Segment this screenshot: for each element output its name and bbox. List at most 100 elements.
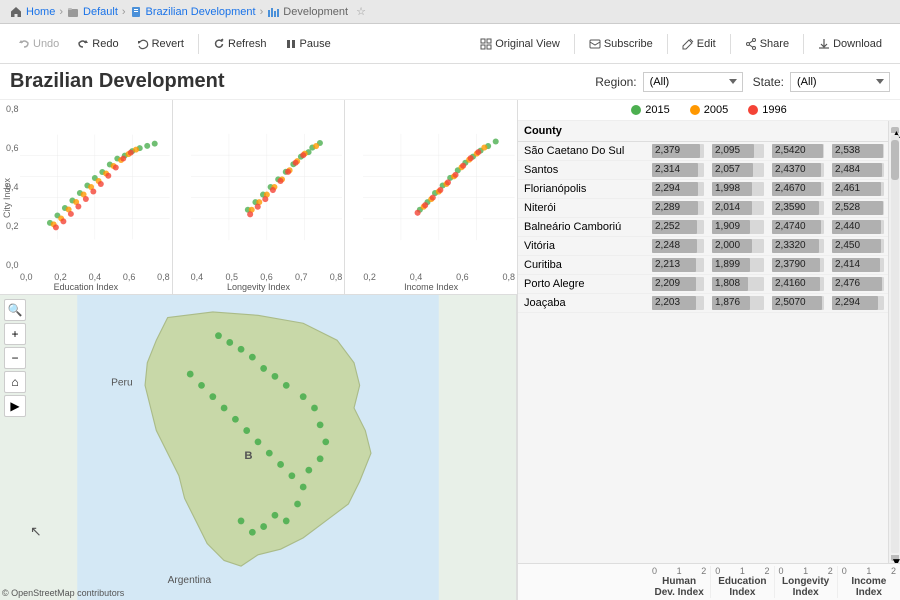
page-title: Brazilian Development — [10, 70, 585, 93]
table-row: Florianópolis 2,294 1,998 2,4670 2,461 — [518, 180, 888, 199]
bar-cell: 2,5420 — [768, 142, 828, 161]
scatter-svg-1 — [20, 104, 170, 270]
refresh-button[interactable]: Refresh — [205, 34, 275, 54]
table-section: County São Caetano Do Sul — [518, 121, 900, 600]
bar-cell: 2,4370 — [768, 161, 828, 180]
bar-cell: 2,294 — [648, 180, 708, 199]
legend-dot-2005 — [690, 105, 700, 115]
separator-5 — [803, 34, 804, 54]
county-cell: Joaçaba — [518, 294, 648, 313]
bottom-section: Peru Argentina B 🔍 + − ⌂ ▶ — [0, 295, 517, 600]
x-label-3: Income Index — [345, 282, 517, 292]
table-row: Vitória 2,248 2,000 2,3320 2,450 — [518, 237, 888, 256]
download-button[interactable]: Download — [810, 34, 890, 54]
scroll-bar[interactable]: ▲ ▼ — [888, 121, 900, 563]
map-zoom-out-button[interactable]: − — [4, 347, 26, 369]
region-label: Region: — [595, 75, 636, 89]
data-area: County São Caetano Do Sul — [518, 121, 900, 600]
map-zoom-in-button[interactable]: + — [4, 323, 26, 345]
table-inner[interactable]: County São Caetano Do Sul — [518, 121, 888, 563]
map-home-button[interactable]: ⌂ — [4, 371, 26, 393]
pause-button[interactable]: Pause — [277, 34, 339, 54]
scatter-svg-2 — [191, 104, 343, 270]
bar-cell: 2,095 — [708, 142, 768, 161]
th-county: County — [518, 121, 648, 142]
scroll-up[interactable]: ▲ — [891, 127, 899, 133]
revert-button[interactable]: Revert — [129, 34, 192, 54]
share-icon — [745, 38, 757, 50]
subscribe-button[interactable]: Subscribe — [581, 34, 661, 54]
bar-cell: 1,909 — [708, 218, 768, 237]
share-button[interactable]: Share — [737, 34, 797, 54]
edu-ticks: 012 — [715, 566, 769, 576]
separator-2 — [574, 34, 575, 54]
state-filter: State: (All) — [753, 72, 890, 92]
right-section: 2015 2005 1996 — [518, 100, 900, 600]
axis-col-hdi: 012 Human Dev. Index — [648, 566, 711, 598]
toolbar-right: Original View Subscribe Edit Share Downl… — [472, 34, 890, 54]
main-area: Brazilian Development Region: (All) Stat… — [0, 64, 900, 600]
bar-cell: 2,5070 — [768, 294, 828, 313]
scroll-thumb[interactable] — [891, 140, 899, 180]
bar-cell: 2,213 — [648, 256, 708, 275]
state-label: State: — [753, 75, 784, 89]
x-label-1: Education Index — [0, 282, 172, 292]
breadcrumb-home[interactable]: Home — [26, 6, 55, 18]
axis-col-edu: 012 Education Index — [711, 566, 774, 598]
th-inc — [828, 121, 888, 142]
breadcrumb-project[interactable]: Brazilian Development — [146, 6, 256, 18]
bar-cell: 2,000 — [708, 237, 768, 256]
county-cell: São Caetano Do Sul — [518, 142, 648, 161]
scatter-chart-education: City Index — [0, 100, 173, 294]
th-edu — [708, 121, 768, 142]
bar-cell: 2,528 — [828, 199, 888, 218]
th-hdi — [648, 121, 708, 142]
lon-ticks: 012 — [779, 566, 833, 576]
bar-cell: 2,440 — [828, 218, 888, 237]
table-row: Joaçaba 2,203 1,876 2,5070 2,294 — [518, 294, 888, 313]
bar-cell: 2,414 — [828, 256, 888, 275]
table-row: Porto Alegre 2,209 1,808 2,4160 2,476 — [518, 275, 888, 294]
region-select[interactable]: (All) — [643, 72, 743, 92]
bar-cell: 2,203 — [648, 294, 708, 313]
revert-icon — [137, 38, 149, 50]
scroll-down[interactable]: ▼ — [891, 555, 899, 561]
county-cell: Niterói — [518, 199, 648, 218]
bar-cell: 2,3320 — [768, 237, 828, 256]
county-cell: Florianópolis — [518, 180, 648, 199]
edit-icon — [682, 38, 694, 50]
legend: 2015 2005 1996 — [518, 100, 900, 121]
bar-cell: 2,3590 — [768, 199, 828, 218]
axis-spacer — [518, 566, 648, 598]
bar-cell: 1,808 — [708, 275, 768, 294]
cursor-indicator: ↖ — [30, 523, 42, 540]
undo-button[interactable]: Undo — [10, 34, 67, 54]
edit-button[interactable]: Edit — [674, 34, 724, 54]
original-view-button[interactable]: Original View — [472, 34, 568, 54]
county-cell: Porto Alegre — [518, 275, 648, 294]
bar-cell: 2,476 — [828, 275, 888, 294]
svg-text:B: B — [244, 450, 252, 462]
state-select[interactable]: (All) — [790, 72, 890, 92]
legend-dot-1996 — [748, 105, 758, 115]
toolbar: Undo Redo Revert Refresh Pause Original … — [0, 24, 900, 64]
redo-button[interactable]: Redo — [69, 34, 126, 54]
legend-item-1996: 1996 — [748, 104, 786, 116]
map-section: Peru Argentina B 🔍 + − ⌂ ▶ — [0, 295, 517, 600]
x-label-2: Longevity Index — [173, 282, 345, 292]
breadcrumb-default[interactable]: Default — [83, 6, 118, 18]
th-lon — [768, 121, 828, 142]
edu-axis-label: Education Index — [715, 576, 769, 598]
map-search-button[interactable]: 🔍 — [4, 299, 26, 321]
bar-cell: 2,209 — [648, 275, 708, 294]
bar-cell: 2,4160 — [768, 275, 828, 294]
scatter-section: City Index — [0, 100, 517, 295]
favorite-icon[interactable]: ☆ — [356, 5, 366, 18]
svg-text:Peru: Peru — [111, 377, 132, 388]
original-view-icon — [480, 38, 492, 50]
legend-dot-2015 — [631, 105, 641, 115]
map-play-button[interactable]: ▶ — [4, 395, 26, 417]
table-row: São Caetano Do Sul 2,379 2,095 2,5420 2,… — [518, 142, 888, 161]
axis-col-inc: 012 Income Index — [838, 566, 900, 598]
axis-col-lon: 012 Longevity Index — [775, 566, 838, 598]
